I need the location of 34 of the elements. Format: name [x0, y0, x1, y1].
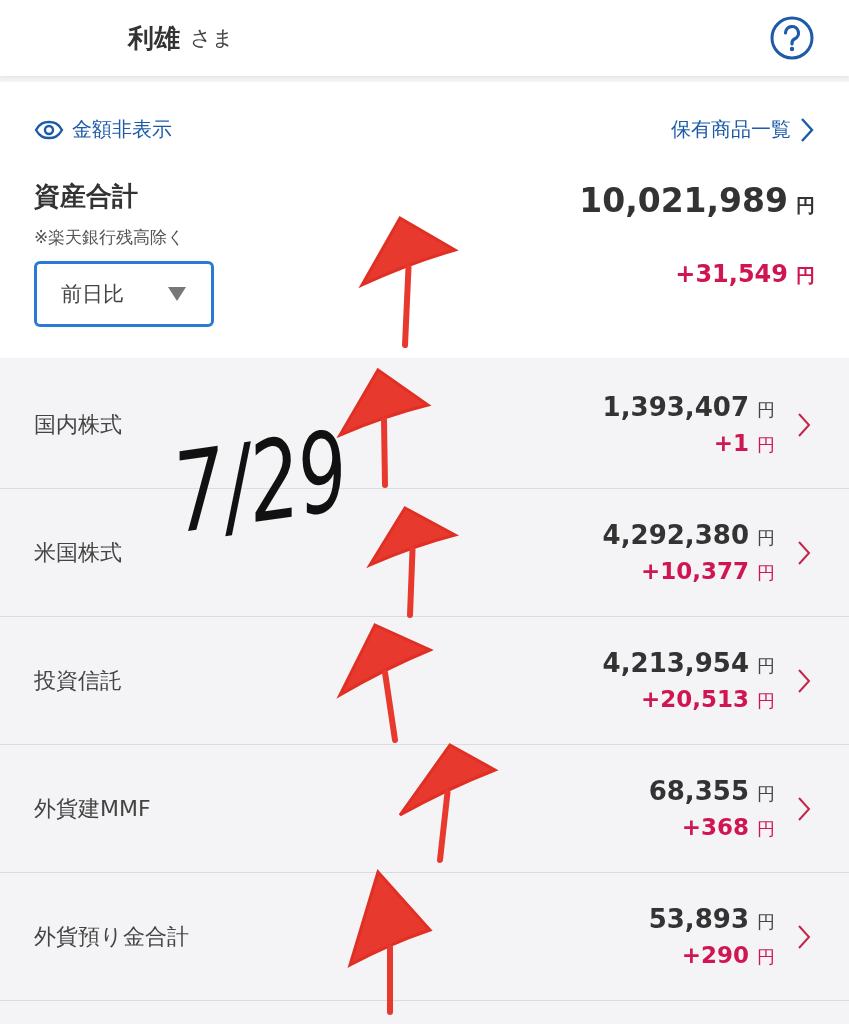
chevron-right-icon[interactable] [797, 795, 811, 822]
hide-amounts-toggle[interactable]: 金額非表示 [34, 116, 172, 143]
category-change: +1 円 [712, 430, 775, 457]
total-amount: 10,021,989 円 [579, 181, 815, 220]
honorific: さま [190, 25, 234, 52]
chevron-right-icon [799, 116, 815, 143]
category-amount: 53,893 円 [648, 904, 775, 934]
chevron-right-icon[interactable] [797, 411, 811, 438]
category-name: 投資信託 [34, 666, 123, 695]
note-text: ※楽天銀行残高除く [34, 226, 186, 249]
user-name: 利雄 [128, 21, 180, 55]
category-amount: 4,213,954 円 [602, 648, 775, 678]
chevron-right-icon[interactable] [797, 923, 811, 950]
category-change: +290 円 [680, 942, 775, 969]
eye-icon [34, 119, 64, 140]
holdings-link[interactable]: 保有商品一覧 [671, 116, 815, 143]
category-amount: 4,292,380 円 [602, 520, 775, 550]
total-assets-title: 資産合計 [34, 180, 139, 213]
total-change: +31,549 円 [674, 260, 815, 289]
category-change: +368 円 [680, 814, 775, 841]
category-name: 外貨建MMF [34, 794, 152, 823]
category-amount: 68,355 円 [648, 776, 775, 806]
chevron-right-icon[interactable] [797, 667, 811, 694]
chevron-right-icon[interactable] [797, 539, 811, 566]
category-change: +10,377 円 [639, 558, 775, 585]
help-icon[interactable] [769, 15, 815, 61]
handwritten-date: 7/29 [168, 415, 355, 549]
period-dropdown[interactable]: 前日比 [34, 261, 214, 327]
category-name: 米国株式 [34, 538, 123, 567]
category-amount: 1,393,407 円 [602, 392, 775, 422]
category-change: +20,513 円 [639, 686, 775, 713]
category-name: 外貨預り金合計 [34, 922, 190, 951]
dropdown-caret-icon [167, 286, 187, 302]
category-name: 国内株式 [34, 410, 123, 439]
